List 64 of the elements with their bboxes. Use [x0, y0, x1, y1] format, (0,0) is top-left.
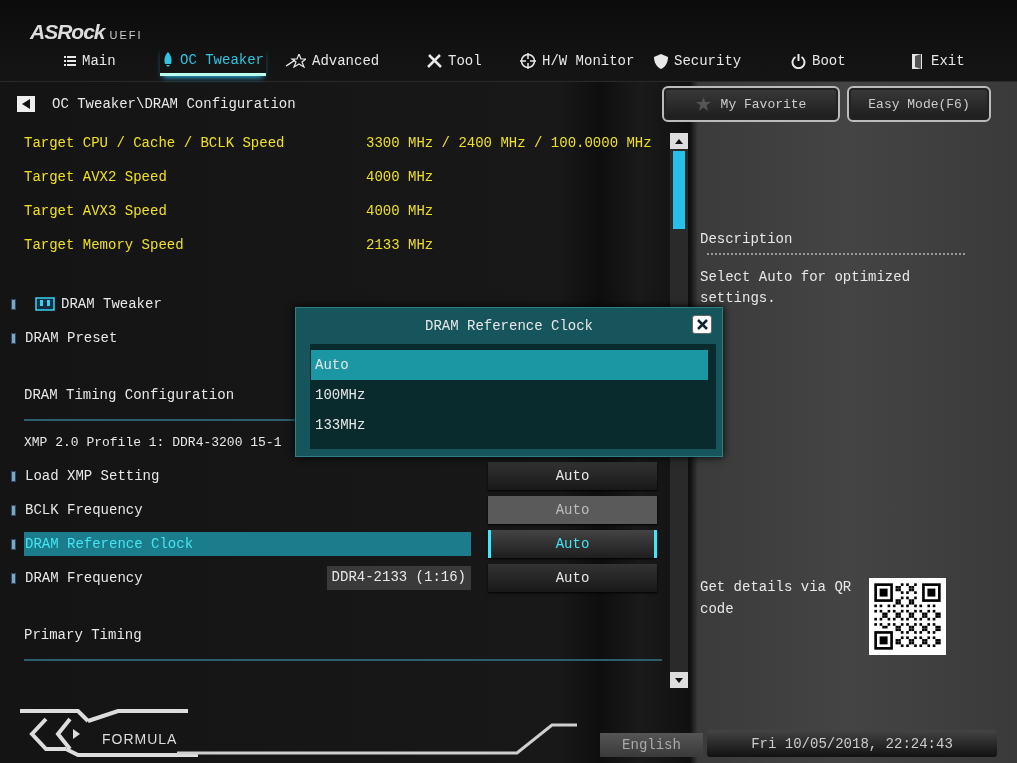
- memory-icon: [35, 297, 55, 311]
- favorite-button[interactable]: My Favorite: [662, 86, 840, 122]
- mode-button[interactable]: Easy Mode(F6): [847, 86, 991, 122]
- star-icon: [695, 97, 711, 111]
- target-value: 4000 MHz: [366, 169, 434, 185]
- marker-icon: [11, 572, 16, 584]
- logo-text: FORMULA: [102, 731, 178, 747]
- marker-icon: [11, 298, 16, 310]
- description-text: Select Auto for optimized settings.: [700, 268, 912, 308]
- back-arrow-icon: [22, 99, 30, 109]
- date-time: Fri 10/05/2018, 22:24:43: [707, 730, 997, 757]
- rocket-icon: [162, 52, 174, 67]
- tools-icon: [427, 53, 442, 69]
- target-value: 4000 MHz: [366, 203, 434, 219]
- crosshair-icon: [520, 53, 536, 69]
- section-label[interactable]: DRAM Tweaker: [61, 296, 162, 312]
- marker-icon: [11, 504, 16, 516]
- list-icon: [64, 55, 76, 67]
- shield-icon: [654, 53, 668, 69]
- nav-tab[interactable]: Security: [652, 46, 744, 76]
- dialog-option[interactable]: 100MHz: [311, 380, 708, 410]
- nav-tab[interactable]: OC Tweaker: [160, 46, 266, 76]
- nav-tab[interactable]: Exit: [910, 46, 967, 76]
- nav-tab[interactable]: Main: [62, 46, 118, 76]
- value-button[interactable]: Auto: [488, 564, 657, 592]
- power-icon: [791, 53, 806, 69]
- marker-icon: [11, 470, 16, 482]
- nav-tab[interactable]: Tool: [425, 46, 484, 76]
- scroll-thumb[interactable]: [673, 151, 685, 229]
- value-button[interactable]: Auto: [488, 462, 657, 490]
- value-button[interactable]: Auto: [488, 530, 657, 558]
- target-label: Target AVX3 Speed: [23, 203, 168, 219]
- target-value: 3300 MHz / 2400 MHz / 100.0000 MHz: [366, 135, 652, 151]
- target-label: Target Memory Speed: [23, 237, 185, 253]
- group-heading: Primary Timing: [23, 627, 142, 643]
- down-arrow-icon[interactable]: [675, 677, 683, 683]
- nav-tab[interactable]: H/W Monitor: [518, 46, 637, 76]
- profile-info: XMP 2.0 Profile 1: DDR4-3200 15-1: [24, 434, 282, 450]
- target-value: 2133 MHz: [366, 237, 434, 253]
- close-icon: [696, 319, 708, 330]
- marker-icon: [11, 332, 16, 344]
- setting-label[interactable]: DRAM Frequency DDR4-2133 (1:16): [24, 566, 471, 590]
- setting-label[interactable]: Load XMP Setting: [24, 464, 471, 488]
- close-button[interactable]: [692, 315, 712, 334]
- setting-note: DDR4-2133 (1:16): [326, 566, 471, 590]
- brand-suffix: UEFI: [109, 29, 143, 41]
- description-title: Description: [700, 231, 794, 247]
- back-button[interactable]: [17, 96, 35, 112]
- dialog-title: DRAM Reference Clock: [425, 318, 593, 334]
- target-label: Target AVX2 Speed: [23, 169, 168, 185]
- nav-tab[interactable]: Boot: [789, 46, 848, 76]
- language-button[interactable]: English: [600, 733, 703, 757]
- dialog-option[interactable]: 133MHz: [311, 410, 708, 440]
- up-arrow-icon[interactable]: [675, 138, 683, 144]
- target-label: Target CPU / Cache / BCLK Speed: [23, 135, 286, 151]
- exit-icon: [912, 53, 925, 69]
- star-icon: [286, 54, 306, 68]
- group-heading: DRAM Timing Configuration: [23, 387, 235, 403]
- breadcrumb: OC Tweaker\DRAM Configuration: [52, 96, 296, 112]
- nav-tab[interactable]: Advanced: [284, 46, 382, 76]
- formula-logo-icon: [18, 707, 198, 757]
- qr-caption: Get details via QR code: [700, 578, 853, 619]
- brand-logo: ASRock: [30, 20, 105, 44]
- marker-icon: [11, 538, 16, 550]
